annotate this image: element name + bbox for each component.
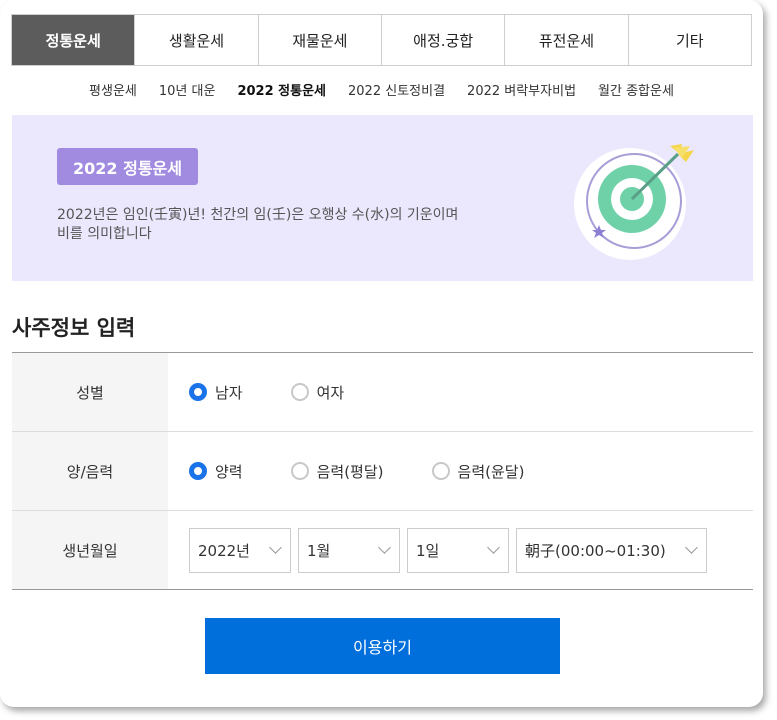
subnav-2022-traditional[interactable]: 2022 정통운세 xyxy=(226,80,337,99)
banner-description: 2022년은 임인(壬寅)년! 천간의 임(壬)은 오행상 수(水)의 기운이며… xyxy=(57,206,497,244)
tab-traditional[interactable]: 정통운세 xyxy=(12,15,136,65)
day-value: 1일 xyxy=(416,541,440,560)
radio-lunar-label: 음력(평달) xyxy=(316,462,384,481)
radio-male[interactable]: 남자 xyxy=(189,382,243,403)
subnav-rich[interactable]: 2022 벼락부자비법 xyxy=(456,80,587,99)
radio-female-label: 여자 xyxy=(316,383,345,402)
year-value: 2022년 xyxy=(198,541,250,560)
banner: 2022 정통운세 2022년은 임인(壬寅)년! 천간의 임(壬)은 오행상 … xyxy=(12,115,753,281)
chevron-down-icon xyxy=(487,541,500,554)
subnav-monthly[interactable]: 월간 종합운세 xyxy=(587,80,685,99)
radio-female-dot[interactable] xyxy=(290,383,309,401)
radio-solar-dot[interactable] xyxy=(189,462,207,480)
year-select[interactable]: 2022년 xyxy=(189,527,291,573)
hour-value: 朝子(00:00~01:30) xyxy=(525,541,666,560)
radio-lunar[interactable]: 음력(평달) xyxy=(290,461,384,482)
banner-desc-line2: 비를 의미합니다 xyxy=(57,226,152,242)
radio-lunar-leap-label: 음력(윤달) xyxy=(457,462,525,481)
chevron-down-icon xyxy=(269,541,282,554)
tab-etc[interactable]: 기타 xyxy=(629,15,751,65)
radio-female[interactable]: 여자 xyxy=(290,382,345,403)
main-tabs: 정통운세 생활운세 재물운세 애정.궁합 퓨전운세 기타 xyxy=(11,14,752,66)
birth-row: 생년월일 2022년 1월 1일 朝子(00:00~01:30) xyxy=(12,511,753,590)
chevron-down-icon xyxy=(378,541,391,554)
gender-label: 성별 xyxy=(12,353,168,431)
tab-wealth[interactable]: 재물운세 xyxy=(259,15,382,65)
day-select[interactable]: 1일 xyxy=(407,527,509,573)
month-value: 1월 xyxy=(307,541,331,560)
gender-row: 성별 남자 여자 xyxy=(12,353,753,432)
radio-lunar-leap-dot[interactable] xyxy=(431,462,450,480)
banner-desc-line1: 2022년은 임인(壬寅)년! 천간의 임(壬)은 오행상 수(水)의 기운이며 xyxy=(57,207,459,223)
radio-male-dot[interactable] xyxy=(189,383,207,401)
form-title: 사주정보 입력 xyxy=(12,316,136,340)
calendar-label: 양/음력 xyxy=(12,432,168,510)
sub-nav: 평생운세 10년 대운 2022 정통운세 2022 신토정비결 2022 벼락… xyxy=(0,80,763,99)
radio-lunar-dot[interactable] xyxy=(290,462,309,480)
tab-love[interactable]: 애정.궁합 xyxy=(382,15,506,65)
calendar-row: 양/음력 양력 음력(평달) 음력(윤달) xyxy=(12,432,753,511)
subnav-tojeong[interactable]: 2022 신토정비결 xyxy=(337,80,456,99)
tab-life[interactable]: 생활운세 xyxy=(135,15,259,65)
radio-male-label: 남자 xyxy=(215,383,243,402)
hour-select[interactable]: 朝子(00:00~01:30) xyxy=(516,527,707,573)
banner-badge: 2022 정통운세 xyxy=(57,148,198,185)
subnav-lifetime[interactable]: 평생운세 xyxy=(78,80,148,99)
subnav-decade[interactable]: 10년 대운 xyxy=(148,80,227,99)
month-select[interactable]: 1월 xyxy=(298,527,400,573)
target-icon xyxy=(574,144,694,260)
radio-solar[interactable]: 양력 xyxy=(189,461,243,482)
radio-lunar-leap[interactable]: 음력(윤달) xyxy=(431,461,525,482)
tab-fusion[interactable]: 퓨전운세 xyxy=(505,15,629,65)
chevron-down-icon xyxy=(685,541,698,554)
submit-button[interactable]: 이용하기 xyxy=(205,618,560,674)
radio-solar-label: 양력 xyxy=(215,462,243,481)
birth-label: 생년월일 xyxy=(12,511,168,589)
fortune-card: 정통운세 생활운세 재물운세 애정.궁합 퓨전운세 기타 평생운세 10년 대운… xyxy=(0,0,763,707)
saju-form: 성별 남자 여자 양/음력 양력 음력(평달) 음력(윤달) 생년월일 2022… xyxy=(12,352,753,590)
